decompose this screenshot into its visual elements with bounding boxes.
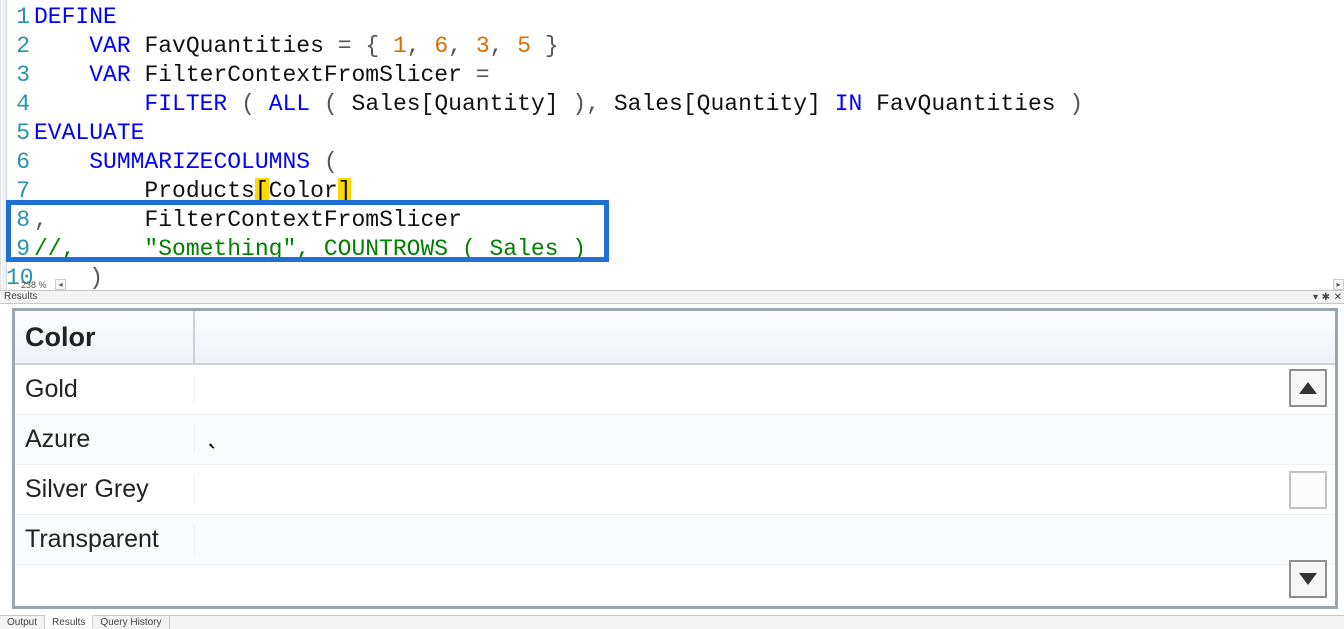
cell: Gold <box>15 375 195 404</box>
column-header-label: Color <box>25 322 96 353</box>
code-line[interactable]: 10 ) <box>6 264 1083 290</box>
chevron-down-icon <box>1299 573 1317 585</box>
code-line[interactable]: 4 FILTER ( ALL ( Sales[Quantity] ), Sale… <box>6 90 1083 119</box>
token-kw: VAR <box>89 33 130 59</box>
token-op: ( <box>324 149 338 175</box>
token-op: , <box>490 33 504 59</box>
code-line[interactable]: 2 VAR FavQuantities = { 1, 6, 3, 5 } <box>6 32 1083 61</box>
code-editor[interactable]: 1DEFINE2 VAR FavQuantities = { 1, 6, 3, … <box>0 0 1344 290</box>
token-num: 3 <box>476 33 490 59</box>
token-kw: IN <box>835 91 863 117</box>
token-op: = <box>338 33 352 59</box>
token-op: = <box>476 62 490 88</box>
panel-menu-icon[interactable]: ▾ <box>1313 291 1318 304</box>
column-header[interactable]: Color <box>15 311 195 363</box>
table-row[interactable]: Azure <box>15 415 1335 465</box>
code-line[interactable]: 5EVALUATE <box>6 119 1083 148</box>
table-row[interactable]: Gold <box>15 365 1335 415</box>
token-op: ) <box>89 265 103 290</box>
table-row[interactable]: Transparent <box>15 515 1335 565</box>
table-row[interactable]: Silver Grey <box>15 465 1335 515</box>
token-op: , <box>586 91 600 117</box>
token-op: , <box>34 207 48 233</box>
code-line[interactable]: 7 Products[Color] <box>6 177 1083 206</box>
token-kw: VAR <box>89 62 130 88</box>
code-line[interactable]: 9//, "Something", COUNTROWS ( Sales ) <box>6 235 1083 264</box>
token-op: ( <box>324 91 338 117</box>
token-id: FilterContextFromSlicer <box>144 207 461 233</box>
cell: Silver Grey <box>15 475 195 504</box>
token-op: { <box>365 33 379 59</box>
code-line[interactable]: 3 VAR FilterContextFromSlicer = <box>6 61 1083 90</box>
hscroll-left-icon[interactable]: ◂ <box>55 279 66 290</box>
token-op: ) <box>572 91 586 117</box>
token-num: 6 <box>434 33 448 59</box>
token-id: FilterContextFromSlicer <box>144 62 461 88</box>
token-kw: EVALUATE <box>34 120 144 146</box>
line-number: 4 <box>6 90 34 119</box>
line-number: 6 <box>6 148 34 177</box>
tab-output[interactable]: Output <box>0 616 45 629</box>
token-num: 1 <box>393 33 407 59</box>
grid-body: Gold Azure Silver Grey Transparent <box>15 365 1335 606</box>
token-id: FavQuantities <box>876 91 1055 117</box>
token-op: ) <box>1069 91 1083 117</box>
line-number: 2 <box>6 32 34 61</box>
code-line[interactable]: 6 SUMMARIZECOLUMNS ( <box>6 148 1083 177</box>
grid-header-fill <box>195 311 1335 363</box>
token-id: Products <box>144 178 254 204</box>
line-number: 1 <box>6 3 34 32</box>
token-hlb: ] <box>338 178 352 204</box>
token-op: , <box>448 33 462 59</box>
results-panel: Color GoldAzureSilver GreyTransparent ⬉ <box>0 304 1344 615</box>
code-body[interactable]: 1DEFINE2 VAR FavQuantities = { 1, 6, 3, … <box>6 3 1083 290</box>
token-op: ( <box>241 91 255 117</box>
token-fn: ALL <box>269 91 310 117</box>
line-number: 5 <box>6 119 34 148</box>
token-fn: SUMMARIZECOLUMNS <box>89 149 310 175</box>
results-title: Results <box>4 291 37 302</box>
hscroll-right-icon[interactable]: ▸ <box>1333 279 1344 290</box>
line-number: 8 <box>6 206 34 235</box>
scroll-up-button[interactable] <box>1289 369 1327 407</box>
token-id: FavQuantities <box>144 33 323 59</box>
zoom-level[interactable]: 238 % <box>21 280 47 290</box>
cell: Transparent <box>15 525 195 554</box>
token-id: Sales[Quantity] <box>352 91 559 117</box>
results-grid: Color Gold Azure Silver Grey Transparent <box>12 308 1338 609</box>
scroll-down-button[interactable] <box>1289 560 1327 598</box>
token-kw: DEFINE <box>34 4 117 30</box>
token-fn: FILTER <box>144 91 227 117</box>
line-number: 9 <box>6 235 34 264</box>
line-number: 7 <box>6 177 34 206</box>
token-num: 5 <box>517 33 531 59</box>
bottom-tab-strip: OutputResultsQuery History <box>0 615 1344 629</box>
cell: Azure <box>15 425 195 454</box>
line-number: 3 <box>6 61 34 90</box>
token-op: } <box>545 33 559 59</box>
code-line[interactable]: 1DEFINE <box>6 3 1083 32</box>
results-titlebar: Results ▾ ✱ ✕ <box>0 290 1344 304</box>
scroll-thumb[interactable] <box>1289 471 1327 509</box>
token-id: Color <box>269 178 338 204</box>
token-hlb: [ <box>255 178 269 204</box>
chevron-up-icon <box>1299 382 1317 394</box>
token-op: , <box>407 33 421 59</box>
tab-query-history[interactable]: Query History <box>93 616 169 629</box>
code-line[interactable]: 8, FilterContextFromSlicer <box>6 206 1083 235</box>
token-cmt: //, "Something", COUNTROWS ( Sales ) <box>34 236 586 262</box>
grid-header-row: Color <box>15 311 1335 365</box>
panel-pin-icon[interactable]: ✱ <box>1322 291 1330 304</box>
token-id: Sales[Quantity] <box>614 91 821 117</box>
panel-close-icon[interactable]: ✕ <box>1334 291 1342 304</box>
tab-results[interactable]: Results <box>45 615 93 628</box>
